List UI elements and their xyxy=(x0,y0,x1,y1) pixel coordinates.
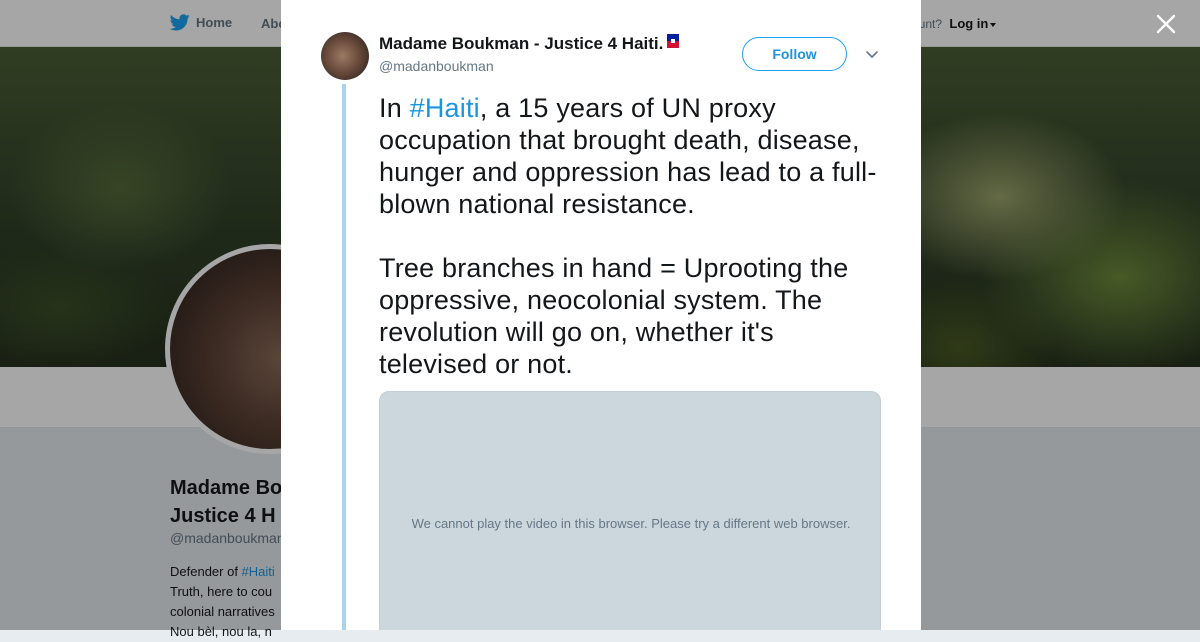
follow-button[interactable]: Follow xyxy=(742,37,847,71)
video-unsupported-message: We cannot play the video in this browser… xyxy=(411,516,851,531)
author-avatar[interactable] xyxy=(321,32,369,80)
close-icon xyxy=(1156,14,1176,34)
tweet-modal: Madame Boukman - Justice 4 Haiti. @madan… xyxy=(281,0,921,630)
tweet-paragraph: Tree branches in hand = Uprooting the op… xyxy=(379,253,849,379)
chevron-down-icon[interactable] xyxy=(864,46,880,62)
haiti-flag-icon xyxy=(667,34,680,48)
tweet-body: In #Haiti, a 15 years of UN proxy occupa… xyxy=(379,92,879,380)
hashtag-link[interactable]: #Haiti xyxy=(410,93,480,123)
tweet-paragraph: In #Haiti, a 15 years of UN proxy occupa… xyxy=(379,92,879,220)
close-modal-button[interactable] xyxy=(1154,12,1178,36)
author-handle[interactable]: @madanboukman xyxy=(379,58,494,74)
tweet-text-segment: In xyxy=(379,93,410,123)
thread-connector-line xyxy=(342,84,346,630)
video-player[interactable]: We cannot play the video in this browser… xyxy=(379,391,881,630)
author-name-link[interactable]: Madame Boukman - Justice 4 Haiti. xyxy=(379,34,680,54)
author-name: Madame Boukman - Justice 4 Haiti. xyxy=(379,34,664,53)
